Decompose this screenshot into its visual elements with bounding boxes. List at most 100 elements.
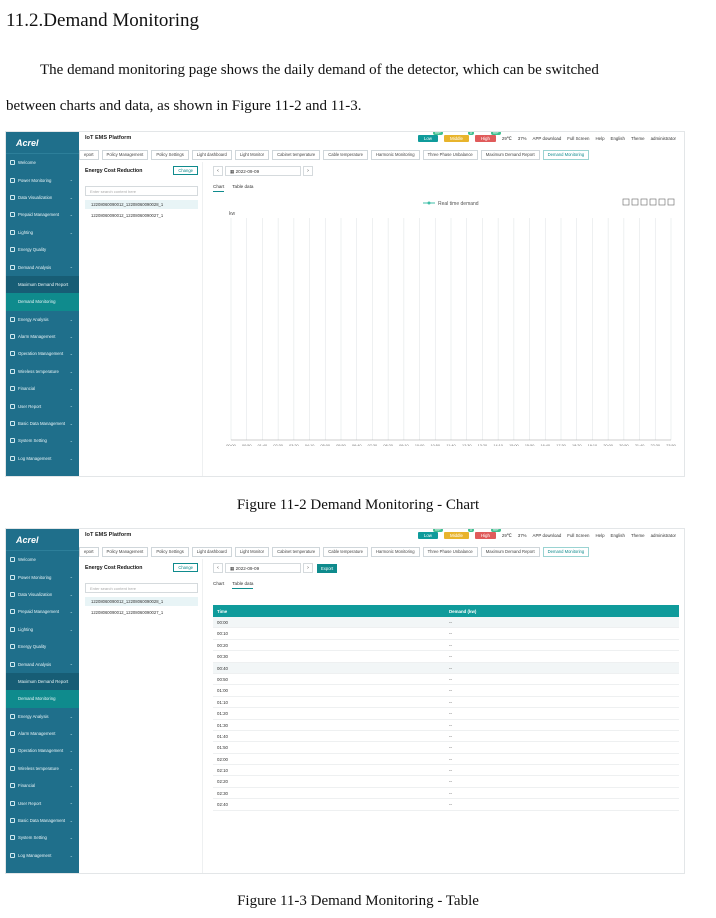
sidebar-item[interactable]: Demand Analysis ⌄ bbox=[6, 655, 79, 672]
sidebar-item[interactable]: Wireless temperature ⌄ bbox=[6, 760, 79, 777]
sidebar-item[interactable]: Power Monitoring ⌄ bbox=[6, 171, 79, 188]
sidebar-item[interactable]: Basic Data Management ⌄ bbox=[6, 812, 79, 829]
sidebar-item[interactable]: Operation Management ⌄ bbox=[6, 345, 79, 362]
sidebar-item[interactable]: Data Visualization ⌄ bbox=[6, 189, 79, 206]
sidebar-item[interactable]: Log Management ⌄ bbox=[6, 450, 79, 467]
alarm-badge[interactable]: High 99+ bbox=[474, 529, 501, 539]
sidebar-item[interactable]: Welcome bbox=[6, 551, 79, 568]
page-tab[interactable]: eport bbox=[79, 547, 99, 557]
sidebar-item[interactable]: Demand Monitoring bbox=[6, 690, 79, 708]
page-tab[interactable]: Light dashboard bbox=[191, 150, 232, 160]
sidebar-item[interactable]: Energy Analysis ⌄ bbox=[6, 311, 79, 328]
theme-button[interactable]: Theme bbox=[631, 136, 645, 141]
page-tab[interactable]: Policy Management bbox=[101, 150, 149, 160]
sidebar-item[interactable]: Lighting ⌄ bbox=[6, 224, 79, 241]
page-tab[interactable]: Policy Settings bbox=[151, 547, 189, 557]
theme-button[interactable]: Theme bbox=[631, 533, 645, 538]
page-tab[interactable]: Maximum Demand Report bbox=[480, 150, 540, 160]
sidebar-item[interactable]: Alarm Management ⌄ bbox=[6, 725, 79, 742]
sidebar-item[interactable]: Prepaid Management ⌄ bbox=[6, 603, 79, 620]
sidebar-item[interactable]: Data Visualization ⌄ bbox=[6, 586, 79, 603]
sidebar-item[interactable]: Financial ⌄ bbox=[6, 777, 79, 794]
sidebar-item[interactable]: Operation Management ⌄ bbox=[6, 742, 79, 759]
sidebar-item[interactable]: Lighting ⌄ bbox=[6, 621, 79, 638]
page-tab[interactable]: Harmonic Monitoring bbox=[370, 547, 420, 557]
device-item[interactable]: 12208060090012_12208060090028_1 bbox=[85, 200, 198, 209]
sidebar-item[interactable]: Energy Analysis ⌄ bbox=[6, 708, 79, 725]
full-screen-button[interactable]: Full Screen bbox=[567, 533, 589, 538]
download-icon[interactable] bbox=[667, 198, 675, 206]
page-tab[interactable]: Light Monitor bbox=[234, 547, 270, 557]
search-input[interactable]: Enter search content here bbox=[85, 186, 198, 196]
bar-chart-icon[interactable] bbox=[649, 198, 657, 206]
page-tab[interactable]: Light dashboard bbox=[191, 547, 232, 557]
sidebar-item[interactable]: Log Management ⌄ bbox=[6, 847, 79, 864]
sidebar-item[interactable]: Energy Quality bbox=[6, 638, 79, 655]
sidebar-item[interactable]: Welcome bbox=[6, 154, 79, 171]
stack-icon[interactable] bbox=[658, 198, 666, 206]
sidebar-item[interactable]: System Setting ⌄ bbox=[6, 829, 79, 846]
search-input[interactable]: Enter search content here bbox=[85, 583, 198, 593]
page-tab[interactable]: Harmonic Monitoring bbox=[370, 150, 420, 160]
next-date-button[interactable]: › bbox=[303, 563, 313, 573]
alarm-badge[interactable]: High 99+ bbox=[474, 132, 501, 142]
date-field[interactable]: ▦ 2022-09-09 bbox=[225, 166, 301, 176]
sidebar-item[interactable]: Maximum Demand Report bbox=[6, 672, 79, 691]
user-menu[interactable]: administrator bbox=[651, 136, 676, 141]
sidebar-item[interactable]: Prepaid Management ⌄ bbox=[6, 206, 79, 223]
sidebar-item[interactable]: Alarm Management ⌄ bbox=[6, 328, 79, 345]
tab-chart[interactable]: Chart bbox=[213, 184, 225, 192]
page-tab[interactable]: Policy Settings bbox=[151, 150, 189, 160]
page-tab[interactable]: Three Phase Unbalance bbox=[422, 547, 478, 557]
tab-table-data[interactable]: Table data bbox=[232, 184, 253, 192]
prev-date-button[interactable]: ‹ bbox=[213, 166, 223, 176]
sidebar-item[interactable]: User Report ⌄ bbox=[6, 794, 79, 811]
page-tab[interactable]: Light Monitor bbox=[234, 150, 270, 160]
sidebar-item[interactable]: User Report ⌄ bbox=[6, 397, 79, 414]
page-tab[interactable]: Demand Monitoring bbox=[542, 150, 590, 160]
alarm-badge[interactable]: Middle 0 bbox=[443, 132, 474, 142]
page-tab[interactable]: Demand Monitoring bbox=[542, 547, 590, 557]
page-tab[interactable]: Cable temperature bbox=[323, 547, 368, 557]
change-button[interactable]: Change bbox=[173, 563, 198, 572]
alarm-badge[interactable]: Middle 0 bbox=[443, 529, 474, 539]
page-tab[interactable]: Maximum Demand Report bbox=[480, 547, 540, 557]
language-switch[interactable]: English bbox=[611, 136, 625, 141]
page-tab[interactable]: Cabinet temperature bbox=[272, 150, 321, 160]
page-tab[interactable]: Three Phase Unbalance bbox=[422, 150, 478, 160]
page-tab[interactable]: eport bbox=[79, 150, 99, 160]
help-link[interactable]: Help bbox=[596, 136, 605, 141]
line-chart-icon[interactable] bbox=[640, 198, 648, 206]
date-field[interactable]: ▦ 2022-09-09 bbox=[225, 563, 301, 573]
device-item[interactable]: 12208060090012_12208060090027_1 bbox=[85, 211, 198, 220]
tab-chart[interactable]: Chart bbox=[213, 581, 224, 589]
sidebar-item[interactable]: Wireless temperature ⌄ bbox=[6, 363, 79, 380]
alarm-badge[interactable]: Low 99+ bbox=[417, 529, 443, 539]
device-item[interactable]: 12208060090012_12208060090028_1 bbox=[85, 597, 198, 606]
alarm-badge[interactable]: Low 99+ bbox=[417, 132, 443, 142]
next-date-button[interactable]: › bbox=[303, 166, 313, 176]
prev-date-button[interactable]: ‹ bbox=[213, 563, 223, 573]
app-download-link[interactable]: APP download bbox=[533, 136, 562, 141]
user-menu[interactable]: administrator bbox=[651, 533, 676, 538]
page-tab[interactable]: Policy Management bbox=[101, 547, 149, 557]
page-tab[interactable]: Cabinet temperature bbox=[272, 547, 321, 557]
language-switch[interactable]: English bbox=[611, 533, 625, 538]
refresh-icon[interactable] bbox=[622, 198, 630, 206]
change-button[interactable]: Change bbox=[173, 166, 198, 175]
sidebar-item[interactable]: Power Monitoring ⌄ bbox=[6, 568, 79, 585]
export-button[interactable]: Export bbox=[317, 563, 338, 573]
tab-table-data[interactable]: Table data bbox=[232, 581, 254, 589]
sidebar-item[interactable]: Financial ⌄ bbox=[6, 380, 79, 397]
app-download-link[interactable]: APP download bbox=[533, 533, 562, 538]
data-view-icon[interactable] bbox=[631, 198, 639, 206]
help-link[interactable]: Help bbox=[596, 533, 605, 538]
sidebar-item[interactable]: Demand Analysis ⌄ bbox=[6, 258, 79, 275]
full-screen-button[interactable]: Full Screen bbox=[567, 136, 589, 141]
sidebar-item[interactable]: System Setting ⌄ bbox=[6, 432, 79, 449]
page-tab[interactable]: Cable temperature bbox=[323, 150, 368, 160]
sidebar-item[interactable]: Energy Quality bbox=[6, 241, 79, 258]
sidebar-item[interactable]: Maximum Demand Report bbox=[6, 275, 79, 294]
sidebar-item[interactable]: Demand Monitoring bbox=[6, 293, 79, 311]
sidebar-item[interactable]: Basic Data Management ⌄ bbox=[6, 415, 79, 432]
